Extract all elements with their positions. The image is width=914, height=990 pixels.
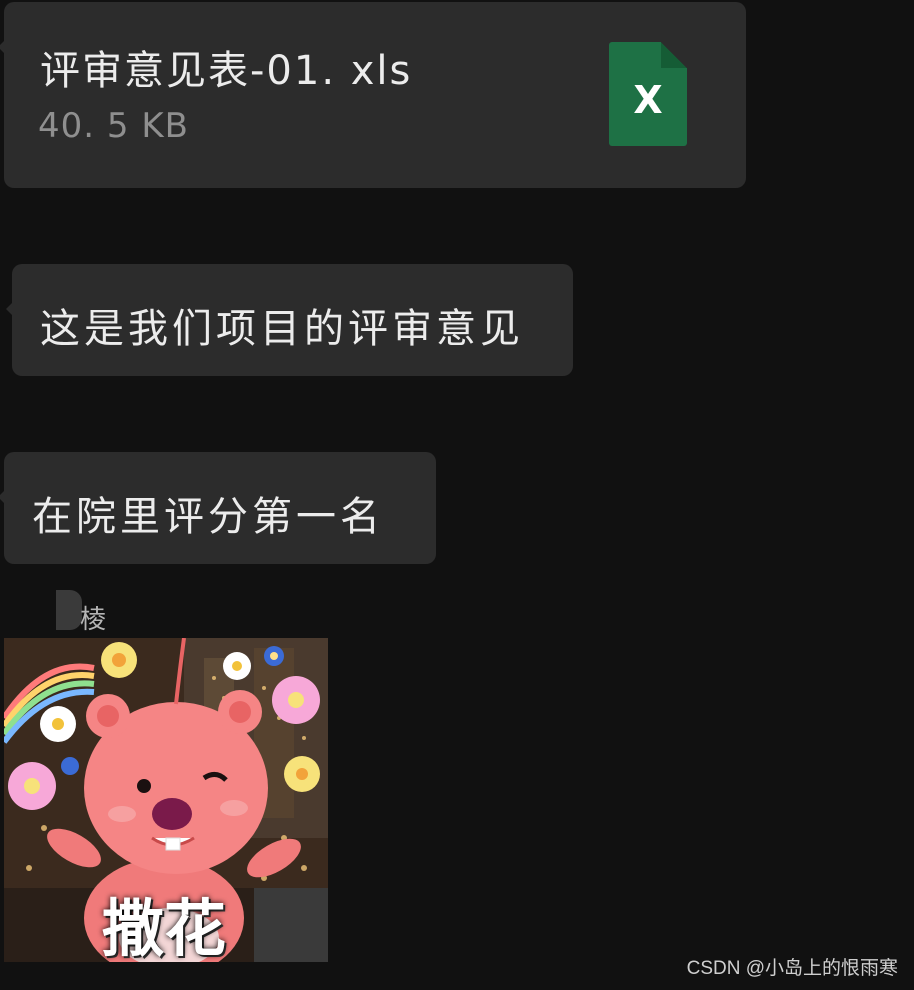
text-message-bubble[interactable]: 这是我们项目的评审意见 xyxy=(6,264,573,376)
csdn-watermark: CSDN @小岛上的恨雨寒 xyxy=(686,958,898,979)
sticker-image[interactable]: 撒花 xyxy=(4,638,328,962)
sender-name: 棱 xyxy=(80,605,107,635)
excel-file-icon: X xyxy=(609,42,687,146)
sender-avatar-fragment xyxy=(56,590,82,630)
file-name: 评审意见表-01. xls xyxy=(40,48,413,94)
text-message-bubble[interactable]: 在院里评分第一名 xyxy=(0,452,436,564)
chat-view: 评审意见表-01. xls 40. 5 KB X 这是我们项目的评审意见 在院里… xyxy=(0,0,914,990)
excel-letter: X xyxy=(633,78,663,122)
sticker-caption: 撒花 xyxy=(102,892,227,962)
file-size: 40. 5 KB xyxy=(38,106,189,146)
file-fold-corner xyxy=(661,42,687,68)
message-text: 在院里评分第一名 xyxy=(32,494,384,540)
message-text: 这是我们项目的评审意见 xyxy=(40,306,524,352)
file-message-bubble[interactable]: 评审意见表-01. xls 40. 5 KB X xyxy=(0,2,746,188)
